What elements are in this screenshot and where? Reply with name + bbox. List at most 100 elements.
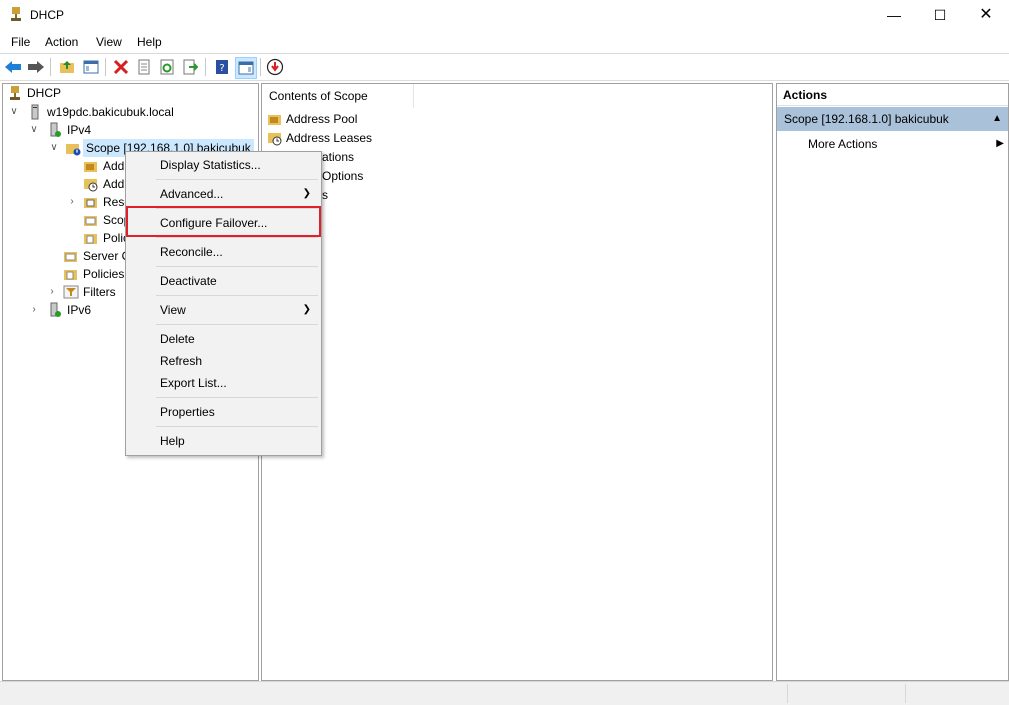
title-bar: DHCP — ☐ ✕ (0, 0, 1009, 30)
dhcp-icon (10, 86, 20, 100)
address-leases-icon (84, 179, 98, 192)
menu-item-help[interactable]: Help (126, 430, 321, 452)
forward-arrow-icon[interactable] (26, 57, 46, 77)
refresh-icon[interactable] (157, 57, 177, 77)
window-title: DHCP (30, 8, 65, 22)
tree-label: IPv6 (67, 303, 92, 317)
policies-icon (64, 270, 77, 280)
chevron-right-icon[interactable]: › (29, 301, 39, 319)
list-item-label: ations (322, 150, 355, 164)
delete-icon[interactable] (111, 57, 131, 77)
ipv4-server-icon (50, 122, 61, 137)
maximize-button[interactable]: ☐ (917, 0, 963, 30)
menu-file[interactable]: File (11, 35, 30, 49)
tree-label: w19pdc.bakicubuk.local (47, 105, 174, 119)
tree-label: Filters (83, 285, 116, 299)
menu-item-label: Export List... (160, 376, 227, 390)
tree-label: IPv4 (67, 123, 92, 137)
menu-item-delete[interactable]: Delete (126, 328, 321, 350)
menu-item-properties[interactable]: Properties (126, 401, 321, 423)
menu-item-display-statistics[interactable]: Display Statistics... (126, 154, 321, 176)
list-item-label: s (322, 188, 328, 202)
toolbar-separator (205, 58, 206, 76)
stop-service-icon[interactable] (265, 57, 285, 77)
menu-separator (156, 295, 318, 296)
server-options-icon (64, 252, 77, 262)
scope-folder-icon (66, 144, 81, 156)
menu-separator (156, 324, 318, 325)
menu-separator (156, 426, 318, 427)
menu-item-reconcile[interactable]: Reconcile... (126, 241, 321, 263)
highlight-box (126, 206, 321, 237)
menu-item-label: Advanced... (160, 187, 224, 201)
menu-separator (156, 237, 318, 238)
address-pool-icon (84, 162, 97, 172)
minimize-button[interactable]: — (871, 0, 917, 30)
toolbar-separator (105, 58, 106, 76)
column-header-contents[interactable]: Contents of Scope (262, 84, 414, 108)
actions-pane: Actions Scope [192.168.1.0] bakicubuk ▲ … (776, 83, 1009, 681)
collapse-up-icon[interactable]: ▲ (992, 107, 1002, 131)
context-menu: Display Statistics... Advanced... ❯ Confi… (125, 151, 322, 456)
menu-item-label: View (160, 303, 186, 317)
menu-help[interactable]: Help (137, 35, 162, 49)
menu-item-label: Refresh (160, 354, 203, 368)
address-leases-icon (268, 133, 282, 146)
policies-icon (84, 234, 97, 244)
more-actions-item[interactable]: More Actions ▶ (777, 133, 1008, 155)
show-action-pane-icon[interactable] (235, 57, 257, 79)
toolbar-separator (50, 58, 51, 76)
more-actions-label: More Actions (808, 137, 878, 151)
menu-item-label: Help (160, 434, 185, 448)
actions-scope-section[interactable]: Scope [192.168.1.0] bakicubuk ▲ (777, 107, 1008, 131)
status-divider (905, 684, 906, 703)
status-divider (787, 684, 788, 703)
menu-item-label: Deactivate (160, 274, 217, 288)
tree-label: Server O (83, 249, 132, 263)
ipv6-server-icon (50, 302, 61, 317)
tree-label: Policies (83, 267, 125, 281)
chevron-right-icon[interactable]: › (67, 193, 77, 211)
dhcp-app-icon (11, 7, 21, 21)
reservations-icon (84, 198, 97, 208)
menu-item-export-list[interactable]: Export List... (126, 372, 321, 394)
export-list-icon[interactable] (180, 57, 200, 77)
back-arrow-icon[interactable] (3, 57, 23, 77)
tree-label: Add (103, 177, 125, 191)
content-pane[interactable]: Contents of Scope Address Pool Address L… (261, 83, 773, 681)
menu-item-advanced[interactable]: Advanced... ❯ (126, 183, 321, 205)
status-bar (0, 681, 1009, 705)
help-icon[interactable]: ? (212, 57, 232, 77)
up-folder-icon[interactable] (57, 57, 77, 77)
menu-item-label: Delete (160, 332, 195, 346)
menu-separator (156, 266, 318, 267)
filters-icon (63, 285, 79, 299)
scope-options-icon (84, 216, 97, 226)
submenu-arrow-icon: ❯ (302, 304, 311, 315)
address-pool-icon (268, 115, 281, 125)
tree-label: DHCP (27, 86, 62, 100)
chevron-down-icon[interactable]: ∨ (29, 121, 39, 139)
toolbar: ? (0, 54, 1009, 81)
properties-icon[interactable] (134, 57, 154, 77)
submenu-arrow-icon: ▶ (996, 138, 1004, 149)
actions-header: Actions (777, 84, 1008, 106)
submenu-arrow-icon: ❯ (302, 188, 311, 199)
close-button[interactable]: ✕ (963, 0, 1009, 30)
list-item-label: Address Leases (286, 131, 373, 145)
menu-action[interactable]: Action (45, 35, 78, 49)
menu-item-label: Properties (160, 405, 215, 419)
menu-item-deactivate[interactable]: Deactivate (126, 270, 321, 292)
toolbar-separator (260, 58, 261, 76)
menu-separator (156, 179, 318, 180)
chevron-right-icon[interactable]: › (47, 283, 57, 301)
menu-separator (156, 397, 318, 398)
server-icon (31, 104, 39, 120)
show-hide-tree-icon[interactable] (81, 57, 101, 77)
menu-item-refresh[interactable]: Refresh (126, 350, 321, 372)
list-item-label: Address Pool (286, 112, 358, 126)
chevron-down-icon[interactable]: ∨ (49, 139, 59, 157)
menu-item-view[interactable]: View ❯ (126, 299, 321, 321)
menu-view[interactable]: View (96, 35, 122, 49)
chevron-down-icon[interactable]: ∨ (9, 103, 19, 121)
